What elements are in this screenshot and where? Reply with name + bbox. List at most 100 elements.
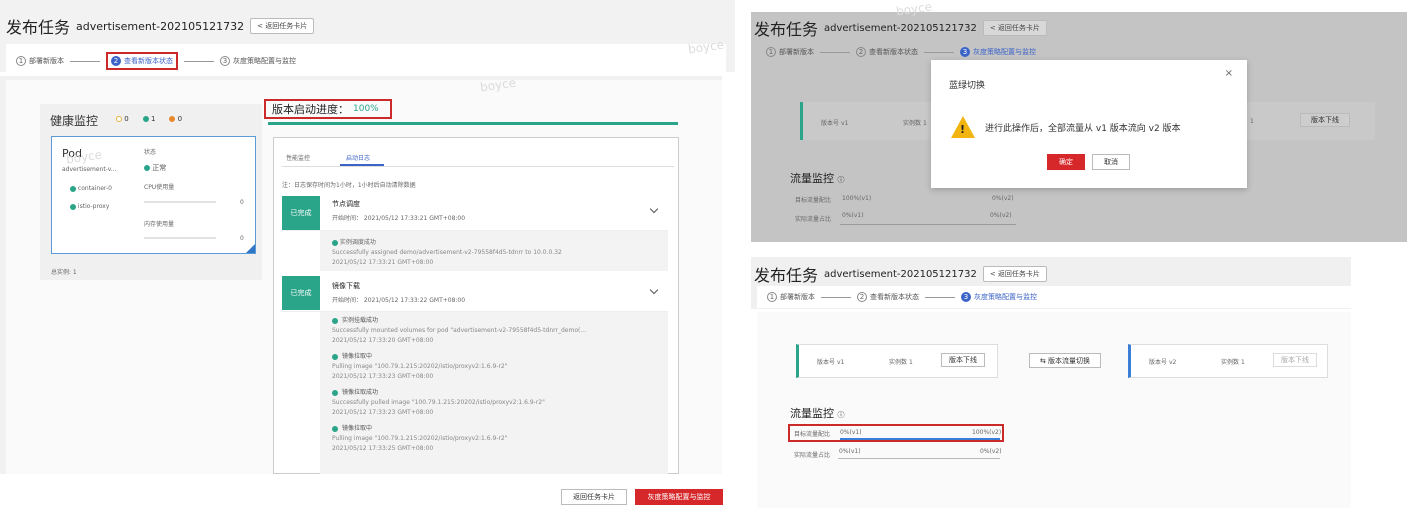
step-3-label: 灰度策略配置与监控 [233, 57, 296, 65]
task-id: advertisement-202105121732 [76, 19, 245, 33]
step-1-label: 部署新版本 [29, 57, 64, 65]
detail-time: 2021/05/12 17:33:25 GMT+08:00 [332, 445, 434, 452]
step-1[interactable]: 1 部署新版本 [766, 47, 814, 57]
version-label: 版本号 v1 [817, 359, 845, 366]
status-dot-icon [332, 389, 338, 396]
detail-desc: Successfully assigned demo/advertisement… [332, 249, 562, 256]
task-id: advertisement-202105121732 [824, 268, 977, 280]
detail-title: 镜像拉取中 [332, 352, 666, 362]
event-detail-list: 实例挂载成功 Successfully mounted volumes for p… [332, 316, 666, 460]
detail-title: 实例挂载成功 [332, 316, 666, 326]
step-2-number: 2 [111, 56, 121, 66]
detail-time: 2021/05/12 17:33:20 GMT+08:00 [332, 337, 434, 344]
target-ratio-v1: 0%(v1) [840, 429, 862, 436]
target-ratio-row: 目标流量配比 0%(v1) 100%(v2) [788, 424, 1004, 442]
detail-title: 实例调度成功 [332, 237, 376, 246]
step-3[interactable]: 3 灰度策略配置与监控 [220, 56, 296, 66]
step-bar: 1 部署新版本 2 查看新版本状态 3 灰度策略配置与监控 [767, 292, 1037, 302]
event-detail: 镜像拉取中 Pulling image "100.79.1.215:20202/i… [332, 352, 666, 382]
traffic-switch-button[interactable]: ⇆ 版本流量切换 [1029, 353, 1101, 368]
step-1[interactable]: 1 部署新版本 [767, 292, 815, 302]
version-offline-button-disabled[interactable]: 版本下线 [1273, 353, 1317, 367]
instances-label: 实例数 1 [889, 359, 913, 366]
confirm-button[interactable]: 确定 [1047, 154, 1085, 170]
progress-value: 100% [353, 104, 379, 114]
page-title: 发布任务 advertisement-202105121732 < 返回任务卡片 [6, 14, 315, 38]
back-to-task-card-button[interactable]: < 返回任务卡片 [982, 20, 1047, 36]
page-title: 发布任务 advertisement-202105121732 < 返回任务卡片 [754, 16, 1047, 40]
traffic-bar [840, 224, 1016, 225]
title-text: 发布任务 [6, 18, 71, 37]
target-ratio-v2: 0%(v2) [992, 195, 1014, 202]
dialog-message: 进行此操作后，全部流量从 v1 版本流向 v2 版本 [985, 124, 1181, 134]
target-ratio-label: 目标流量配比 [795, 197, 832, 204]
step-3[interactable]: 3 灰度策略配置与监控 [961, 292, 1037, 302]
event-title: 镜像下载 [332, 282, 360, 290]
target-ratio-label: 目标流量配比 [794, 431, 831, 438]
cpu-value: 0 [240, 199, 244, 206]
detail-desc: Successfully pulled image "100.79.1.215:… [332, 399, 545, 406]
step-2[interactable]: 2 查看新版本状态 [856, 47, 918, 57]
back-to-task-card-footer-button[interactable]: 返回任务卡片 [561, 489, 627, 505]
actual-ratio-v1: 0%(v1) [839, 448, 861, 455]
version-offline-button[interactable]: 版本下线 [1300, 113, 1350, 127]
back-to-task-card-button[interactable]: < 返回任务卡片 [250, 18, 315, 34]
step-3[interactable]: 3 灰度策略配置与监控 [960, 47, 1036, 57]
divider [282, 166, 674, 167]
step-divider [924, 51, 954, 53]
traffic-title: 流量监控 ⓘ [790, 407, 845, 420]
step-2-label: 查看新版本状态 [124, 57, 173, 65]
mem-bar [144, 237, 216, 239]
tab-performance[interactable]: 性能监控 [286, 153, 310, 162]
step-bar: 1 部署新版本 2 查看新版本状态 3 灰度策略配置与监控 [16, 52, 296, 70]
step-2[interactable]: 2 查看新版本状态 [857, 292, 919, 302]
back-to-task-card-button[interactable]: < 返回任务卡片 [982, 266, 1047, 282]
detail-title: 镜像拉取成功 [332, 388, 666, 398]
event-status-flag: 已完成 [282, 196, 320, 230]
status-dot-icon [332, 317, 338, 324]
log-note: 注：日志保存时间为1小时，1小时后自动清除数据 [282, 182, 416, 189]
event-row[interactable] [282, 274, 668, 312]
v2-version-card: 1 版本下线 [1240, 102, 1375, 140]
cancel-button[interactable]: 取消 [1092, 154, 1130, 170]
dialog-title: 蓝绿切换 [949, 81, 986, 91]
startup-progress: 版本启动进度： 100% [264, 99, 392, 119]
event-time: 开始时间： 2021/05/12 17:33:21 GMT+08:00 [332, 215, 466, 222]
progress-bar [268, 122, 678, 125]
event-detail: 实例挂载成功 Successfully mounted volumes for p… [332, 316, 666, 346]
version-label: 版本号 v1 [821, 120, 849, 127]
v1-version-card: 版本号 v1 实例数 1 版本下线 [796, 344, 998, 378]
container-item: istio-proxy [70, 203, 109, 210]
actual-ratio-v2: 0%(v2) [980, 448, 1002, 455]
status-label: 状态 [144, 149, 157, 156]
mem-label: 内存使用量 [144, 221, 175, 228]
event-detail: 镜像拉取成功 Successfully pulled image "100.79.… [332, 388, 666, 418]
instances-label: 实例数 1 [1221, 359, 1245, 366]
step-1[interactable]: 1 部署新版本 [16, 56, 64, 66]
detail-desc: Pulling image "100.79.1.215:20202/istio/… [332, 435, 508, 442]
step-divider [820, 51, 850, 53]
next-step-button[interactable]: 灰度策略配置与监控 [635, 489, 723, 505]
close-icon[interactable]: × [1225, 68, 1233, 79]
step-2[interactable]: 2 查看新版本状态 [106, 52, 178, 70]
detail-title: 镜像拉取中 [332, 424, 666, 434]
cpu-label: CPU使用量 [144, 184, 175, 191]
event-title: 节点调度 [332, 200, 360, 208]
detail-desc: Successfully mounted volumes for pod "ad… [332, 327, 587, 334]
pending-count: 0 [116, 115, 129, 123]
actual-ratio-label: 实际流量占比 [795, 216, 832, 223]
v2-version-card: 版本号 v2 实例数 1 版本下线 [1128, 344, 1328, 378]
version-offline-button[interactable]: 版本下线 [941, 353, 985, 367]
container-item: container-0 [70, 185, 112, 192]
progress-label: 版本启动进度： [272, 103, 349, 116]
blue-green-switch-dialog: 蓝绿切换 × ! 进行此操作后，全部流量从 v1 版本流向 v2 版本 确定 取… [931, 60, 1247, 188]
abnormal-count: 0 [169, 115, 182, 123]
actual-ratio-v1: 0%(v1) [842, 212, 864, 219]
event-detail: 镜像拉取中 Pulling image "100.79.1.215:20202/i… [332, 424, 666, 454]
step-divider [184, 60, 214, 62]
instances-label: 实例数 1 [903, 120, 927, 127]
step-1-number: 1 [16, 56, 26, 66]
task-id: advertisement-202105121732 [824, 22, 977, 34]
target-ratio-v1: 100%(v1) [842, 195, 872, 202]
tab-startup-log[interactable]: 启动日志 [346, 153, 370, 162]
